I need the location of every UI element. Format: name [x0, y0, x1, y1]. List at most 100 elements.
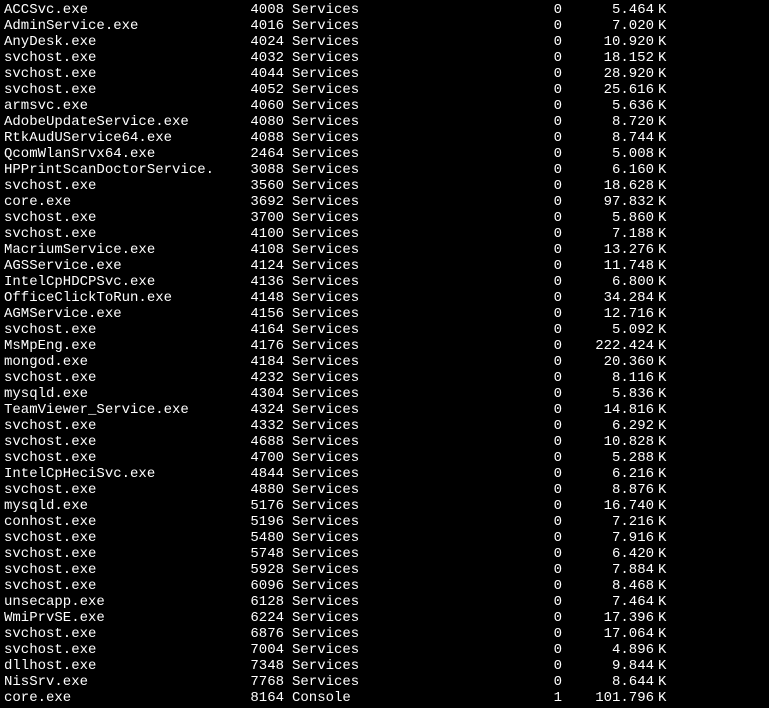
process-name: ACCSvc.exe	[4, 2, 244, 18]
process-name: svchost.exe	[4, 642, 244, 658]
process-session-number: 0	[358, 386, 562, 402]
process-session-number: 0	[358, 514, 562, 530]
process-row: armsvc.exe4060Services05.636K	[4, 98, 765, 114]
process-name: QcomWlanSrvx64.exe	[4, 146, 244, 162]
process-memory: 5.464	[562, 2, 654, 18]
process-pid: 4024	[244, 34, 284, 50]
process-memory: 7.916	[562, 530, 654, 546]
process-memory-unit: K	[654, 114, 670, 130]
process-session-name: Console	[284, 690, 358, 706]
process-memory: 34.284	[562, 290, 654, 306]
process-row: AGSService.exe4124Services011.748K	[4, 258, 765, 274]
process-name: core.exe	[4, 194, 244, 210]
process-memory-unit: K	[654, 354, 670, 370]
process-memory: 20.360	[562, 354, 654, 370]
process-name: IntelCpHDCPSvc.exe	[4, 274, 244, 290]
process-pid: 6128	[244, 594, 284, 610]
process-pid: 4176	[244, 338, 284, 354]
process-row: svchost.exe4688Services010.828K	[4, 434, 765, 450]
process-row: svchost.exe4164Services05.092K	[4, 322, 765, 338]
process-memory-unit: K	[654, 210, 670, 226]
process-row: conhost.exe5196Services07.216K	[4, 514, 765, 530]
process-row: MsMpEng.exe4176Services0222.424K	[4, 338, 765, 354]
tasklist-output: ACCSvc.exe4008Services05.464KAdminServic…	[4, 2, 765, 706]
process-name: svchost.exe	[4, 626, 244, 642]
process-pid: 4008	[244, 2, 284, 18]
process-memory: 8.644	[562, 674, 654, 690]
process-name: svchost.exe	[4, 482, 244, 498]
process-row: svchost.exe4880Services08.876K	[4, 482, 765, 498]
process-memory-unit: K	[654, 50, 670, 66]
process-session-name: Services	[284, 274, 358, 290]
process-pid: 4164	[244, 322, 284, 338]
process-session-number: 0	[358, 34, 562, 50]
process-session-name: Services	[284, 66, 358, 82]
process-row: svchost.exe4332Services06.292K	[4, 418, 765, 434]
process-memory: 8.116	[562, 370, 654, 386]
process-row: NisSrv.exe7768Services08.644K	[4, 674, 765, 690]
process-session-number: 0	[358, 450, 562, 466]
process-name: svchost.exe	[4, 578, 244, 594]
process-pid: 4108	[244, 242, 284, 258]
process-session-name: Services	[284, 354, 358, 370]
process-memory: 97.832	[562, 194, 654, 210]
process-pid: 4124	[244, 258, 284, 274]
process-session-name: Services	[284, 466, 358, 482]
process-session-name: Services	[284, 434, 358, 450]
process-session-name: Services	[284, 322, 358, 338]
process-memory: 101.796	[562, 690, 654, 706]
process-pid: 4844	[244, 466, 284, 482]
process-session-name: Services	[284, 18, 358, 34]
process-pid: 4700	[244, 450, 284, 466]
process-row: svchost.exe4032Services018.152K	[4, 50, 765, 66]
process-row: dllhost.exe7348Services09.844K	[4, 658, 765, 674]
process-memory: 8.744	[562, 130, 654, 146]
process-session-number: 0	[358, 370, 562, 386]
process-memory-unit: K	[654, 466, 670, 482]
process-pid: 4156	[244, 306, 284, 322]
process-session-name: Services	[284, 226, 358, 242]
process-pid: 4184	[244, 354, 284, 370]
process-row: QcomWlanSrvx64.exe2464Services05.008K	[4, 146, 765, 162]
process-session-name: Services	[284, 626, 358, 642]
process-pid: 3700	[244, 210, 284, 226]
process-row: IntelCpHeciSvc.exe4844Services06.216K	[4, 466, 765, 482]
process-memory: 7.884	[562, 562, 654, 578]
process-pid: 4136	[244, 274, 284, 290]
process-memory: 7.464	[562, 594, 654, 610]
process-row: svchost.exe5480Services07.916K	[4, 530, 765, 546]
process-session-name: Services	[284, 290, 358, 306]
process-pid: 4052	[244, 82, 284, 98]
process-memory: 25.616	[562, 82, 654, 98]
process-session-name: Services	[284, 2, 358, 18]
process-memory-unit: K	[654, 498, 670, 514]
process-row: svchost.exe4232Services08.116K	[4, 370, 765, 386]
process-session-number: 0	[358, 322, 562, 338]
process-session-name: Services	[284, 194, 358, 210]
process-pid: 3692	[244, 194, 284, 210]
process-name: TeamViewer_Service.exe	[4, 402, 244, 418]
process-pid: 2464	[244, 146, 284, 162]
process-session-name: Services	[284, 306, 358, 322]
process-memory: 5.092	[562, 322, 654, 338]
process-name: mysqld.exe	[4, 498, 244, 514]
process-row: AdobeUpdateService.exe4080Services08.720…	[4, 114, 765, 130]
process-name: core.exe	[4, 690, 244, 706]
process-name: svchost.exe	[4, 210, 244, 226]
process-row: core.exe8164Console1101.796K	[4, 690, 765, 706]
process-memory-unit: K	[654, 338, 670, 354]
process-session-name: Services	[284, 258, 358, 274]
process-memory-unit: K	[654, 178, 670, 194]
process-row: svchost.exe6876Services017.064K	[4, 626, 765, 642]
process-pid: 3560	[244, 178, 284, 194]
process-memory-unit: K	[654, 146, 670, 162]
process-pid: 6224	[244, 610, 284, 626]
process-memory: 18.152	[562, 50, 654, 66]
process-session-number: 0	[358, 626, 562, 642]
process-memory: 13.276	[562, 242, 654, 258]
process-session-number: 0	[358, 610, 562, 626]
process-session-name: Services	[284, 498, 358, 514]
process-name: AGMService.exe	[4, 306, 244, 322]
process-memory: 12.716	[562, 306, 654, 322]
process-name: MacriumService.exe	[4, 242, 244, 258]
